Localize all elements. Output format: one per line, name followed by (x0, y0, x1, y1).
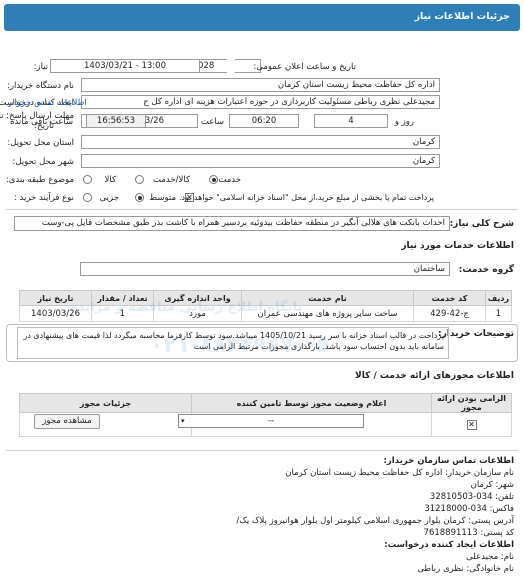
buyer-notes-label: توضیحات خریدار: (438, 329, 514, 339)
chevron-down-icon: ▾ (181, 417, 185, 425)
category-option-service: خدمت (218, 175, 241, 185)
category-option-goods-service: کالا/خدمت (153, 175, 190, 185)
category-label: موضوع طبقه بندی: (5, 175, 74, 185)
process-label: نوع فرآیند خرید : (13, 193, 74, 203)
col-service-name: نام خدمت (241, 290, 414, 306)
buyer-label: نام دستگاه خریدار: (7, 81, 74, 91)
creator-first-name: نام: مجیدعلی (466, 552, 514, 562)
services-table: ردیف کد خدمت نام خدمت واحد اندازه گیری ت… (19, 290, 512, 322)
province-field: کرمان (81, 135, 440, 149)
remaining-time-field: 16:56:53 (86, 114, 146, 128)
license-status-select-value: -- (267, 416, 275, 426)
cell-row: 1 (485, 305, 512, 322)
cell-service-name: ساخت سایر پروژه های مهندسی عمران (241, 305, 414, 322)
category-radio-goods-service[interactable] (135, 175, 144, 184)
licenses-section-title: اطلاعات مجوزهای ارائه خدمت / کالا (355, 371, 514, 381)
col-need-date: تاریخ نیاز (19, 290, 92, 306)
buyer-address: آدرس پستی: کرمان بلوار جمهوری اسلامی کیل… (236, 516, 514, 526)
cell-need-date: 1403/03/26 (19, 305, 92, 322)
services-section-title: اطلاعات خدمات مورد نیاز (401, 241, 514, 251)
category-radio-goods[interactable] (83, 175, 92, 184)
buyer-name-field: اداره کل حفاظت محیط زیست استان کرمان (81, 78, 440, 92)
time-label: ساعت (200, 117, 224, 127)
buyer-notes-field: پرداخت در قالب اسناد خزانه با سر رسید 14… (17, 327, 449, 359)
cell-quantity: 1 (91, 305, 154, 322)
buyer-contact-link[interactable]: اطلاعات تماس خریدار (8, 98, 87, 108)
process-radio-medium[interactable] (135, 193, 144, 202)
buyer-phone: تلفن: 034-32810503 (429, 492, 514, 502)
creator-title: اطلاعات ایجاد کننده درخواست: (384, 540, 514, 550)
process-option-minor: جزیی (99, 193, 119, 203)
page-title-bar: جزئیات اطلاعات نیاز (4, 4, 520, 31)
services-table-header: ردیف کد خدمت نام خدمت واحد اندازه گیری ت… (19, 290, 512, 306)
buyer-fax: فاکس: 034-31218000 (424, 504, 514, 514)
process-option-medium: متوسط (149, 193, 176, 203)
col-license-status: اعلام وضعیت مجوز توسط تامین کننده (191, 393, 432, 413)
cell-license-required: ✕ (431, 412, 512, 437)
view-license-button[interactable]: مشاهده مجوز (34, 414, 100, 429)
divider (6, 450, 518, 451)
days-field: 4 (314, 114, 388, 128)
description-field: احداث بانکت های هلالی آبگیر در منطقه حفا… (14, 216, 450, 231)
city-field: کرمان (81, 154, 440, 168)
licenses-table-header: الزامی بودن ارائه مجوز اعلام وضعیت مجوز … (19, 393, 512, 413)
col-license-details: جزئیات مجوز (19, 393, 192, 413)
creator-field: مجیدعلی نظری رباطی مسئولیت کاربردازی در … (81, 95, 440, 109)
city-label: شهر محل تحویل: (12, 157, 74, 167)
creator-section-title: اطلاعات ایجاد کننده درخواست: (384, 539, 514, 551)
announce-date-label: تاریخ و ساعت اعلان عمومی: (253, 62, 356, 72)
creator-last-name: نام خانوادگی: نظری رباطی (417, 564, 514, 574)
license-status-select[interactable]: -- ▾ (178, 414, 364, 428)
province-label: استان محل تحویل: (7, 138, 74, 148)
process-radio-minor[interactable] (83, 193, 92, 202)
deadline-time-field: 06:20 (229, 114, 299, 128)
buyer-org-name: نام سازمان خریدار: اداره کل حفاظت محیط ز… (285, 468, 514, 478)
license-required-checkbox[interactable]: ✕ (466, 419, 477, 430)
category-option-goods: کالا (104, 175, 116, 185)
service-group-label: گروه خدمت: (458, 265, 514, 275)
days-label: روز و (394, 117, 414, 127)
buyer-contact-title: اطلاعات تماس سازمان خریدار: (383, 456, 514, 466)
buyer-postal-code: کد پستی: 7618891113 (423, 528, 514, 538)
table-row: 1 ج-42-429 ساخت سایر پروژه های مهندسی عم… (19, 305, 512, 322)
category-radio-service[interactable] (209, 175, 218, 184)
announce-date-field: 1403/03/21 - 13:00 (50, 59, 200, 73)
divider (6, 209, 518, 210)
col-license-required: الزامی بودن ارائه مجوز (431, 393, 512, 413)
remaining-label: ساعت باقی مانده (10, 117, 74, 127)
description-label: شرح کلی نیاز: (449, 219, 514, 229)
announce-date-value: 1403/03/21 - 13:00 (84, 61, 166, 71)
service-group-field: ساختمان (80, 262, 450, 276)
col-unit: واحد اندازه گیری (153, 290, 242, 306)
buyer-contact-section-title: اطلاعات تماس سازمان خریدار: (384, 455, 514, 467)
col-row: ردیف (485, 290, 512, 306)
col-quantity: تعداد / مقدار (91, 290, 154, 306)
check-icon: ✕ (468, 419, 475, 429)
treasury-note: پرداخت تمام یا بخشی از مبلغ خرید،از محل … (178, 193, 434, 202)
buyer-city: شهر: کرمان (470, 480, 514, 490)
cell-unit: مورد (153, 305, 242, 322)
cell-service-code: ج-42-429 (413, 305, 486, 322)
col-service-code: کد خدمت (413, 290, 486, 306)
page-title: جزئیات اطلاعات نیاز (414, 11, 510, 22)
